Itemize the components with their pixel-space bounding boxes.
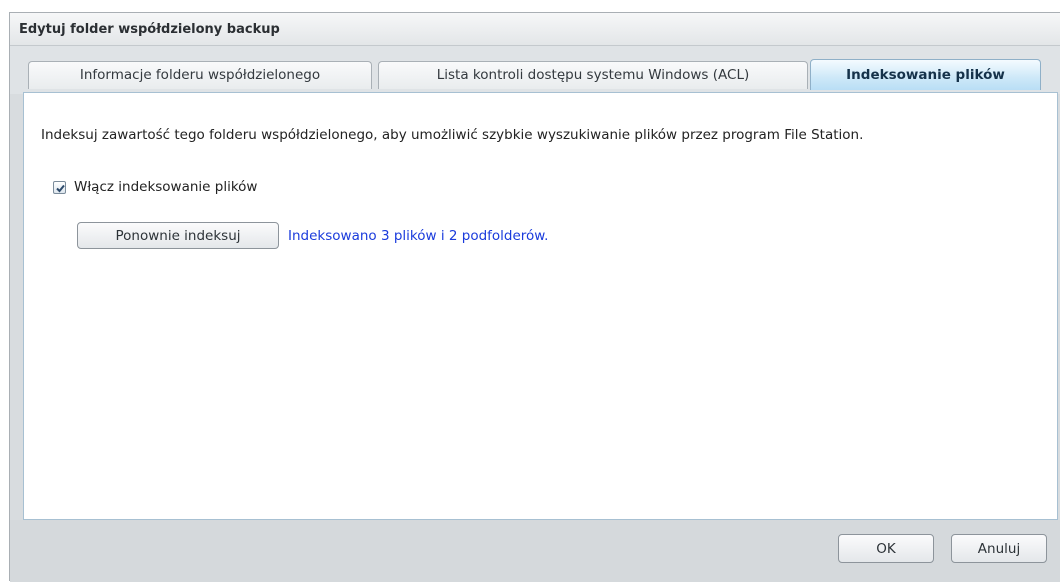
cancel-button[interactable]: Anuluj <box>951 534 1047 563</box>
dialog-footer: OK Anuluj <box>10 520 1060 582</box>
ok-button[interactable]: OK <box>838 534 934 563</box>
dialog-titlebar[interactable]: Edytuj folder współdzielony backup <box>10 13 1060 46</box>
indexing-status-text: Indeksowano 3 plików i 2 podfolderów. <box>288 227 549 244</box>
edit-shared-folder-dialog: Edytuj folder współdzielony backup Infor… <box>9 12 1060 582</box>
reindex-row: Ponownie indeksuj Indeksowano 3 plików i… <box>77 222 548 249</box>
file-indexing-panel: Indeksuj zawartość tego folderu współdzi… <box>23 92 1058 520</box>
indexing-description: Indeksuj zawartość tego folderu współdzi… <box>41 127 864 143</box>
reindex-button[interactable]: Ponownie indeksuj <box>77 222 279 249</box>
tab-shared-folder-info[interactable]: Informacje folderu współdzielonego <box>28 61 372 89</box>
tab-strip: Informacje folderu współdzielonego Lista… <box>10 46 1060 94</box>
enable-indexing-row[interactable]: Włącz indeksowanie plików <box>53 179 257 195</box>
tab-windows-acl[interactable]: Lista kontroli dostępu systemu Windows (… <box>378 61 808 89</box>
dialog-title: Edytuj folder współdzielony backup <box>19 22 280 37</box>
enable-indexing-checkbox[interactable] <box>53 180 66 194</box>
checkmark-icon <box>56 184 65 192</box>
tab-file-indexing[interactable]: Indeksowanie plików <box>810 59 1041 90</box>
enable-indexing-label: Włącz indeksowanie plików <box>74 179 258 195</box>
